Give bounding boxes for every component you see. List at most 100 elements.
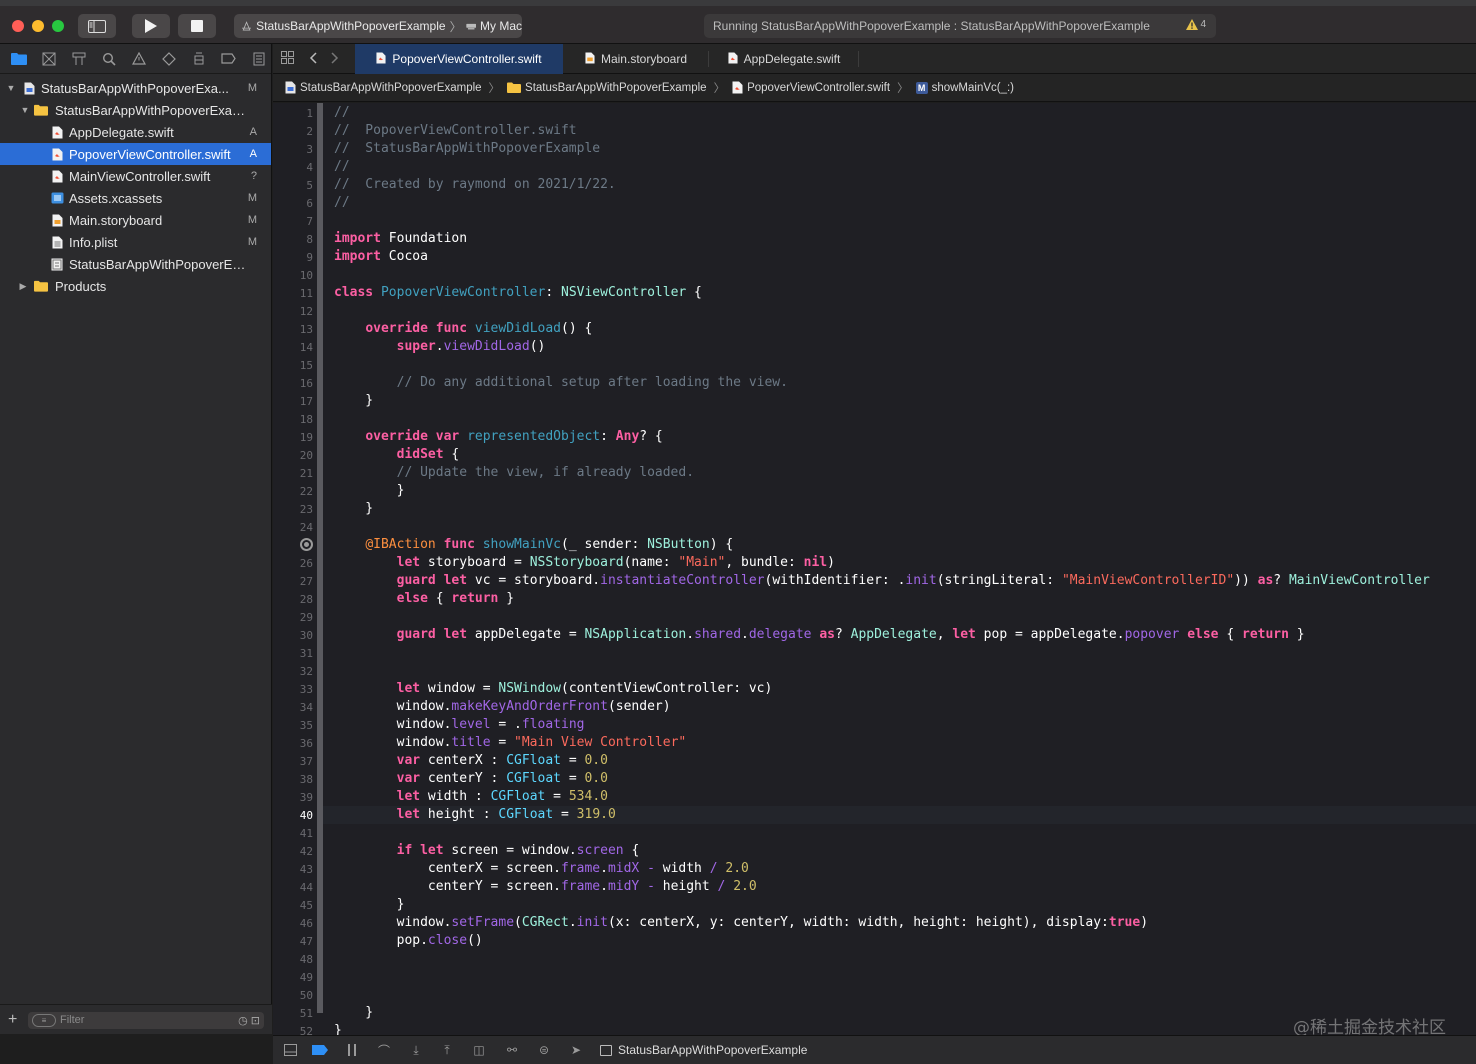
- code-line[interactable]: window.makeKeyAndOrderFront(sender): [334, 698, 671, 716]
- tree-item[interactable]: MainViewController.swift?: [0, 165, 271, 187]
- code-line[interactable]: //: [334, 158, 350, 176]
- line-number[interactable]: 13: [273, 323, 313, 336]
- code-line[interactable]: // Do any additional setup after loading…: [334, 374, 788, 392]
- recent-files-icon[interactable]: ◷ ⊡: [238, 1013, 260, 1030]
- pause-icon[interactable]: [344, 1043, 360, 1057]
- code-line[interactable]: didSet {: [334, 446, 460, 464]
- code-line[interactable]: override func viewDidLoad() {: [334, 320, 592, 338]
- line-number[interactable]: 12: [273, 305, 313, 318]
- line-number[interactable]: 9: [273, 251, 313, 264]
- source-editor[interactable]: 1 2 3 4 5 6 7 8 9 10 11 12 13 14 15 16 17 18 19 20 21 22 23 24 2…: [273, 103, 1476, 1035]
- code-line[interactable]: }: [334, 392, 373, 410]
- line-number[interactable]: 31: [273, 647, 313, 660]
- grid-icon[interactable]: [281, 51, 294, 67]
- line-number[interactable]: 28: [273, 593, 313, 606]
- line-number[interactable]: 33: [273, 683, 313, 696]
- breakpoint-icon[interactable]: [220, 50, 237, 67]
- code-line[interactable]: //: [334, 194, 350, 212]
- jump-file[interactable]: PopoverViewController.swift: [747, 82, 890, 94]
- line-number[interactable]: 17: [273, 395, 313, 408]
- line-number[interactable]: 3: [273, 143, 313, 156]
- line-number-gutter[interactable]: 1 2 3 4 5 6 7 8 9 10 11 12 13 14 15 16 17 18 19 20 21 22 23 24 2…: [273, 103, 317, 1035]
- line-number[interactable]: 4: [273, 161, 313, 174]
- code-line[interactable]: //: [334, 104, 350, 122]
- line-number[interactable]: 21: [273, 467, 313, 480]
- code-line[interactable]: var centerY : CGFloat = 0.0: [334, 770, 608, 788]
- line-number[interactable]: 6: [273, 197, 313, 210]
- line-number[interactable]: 35: [273, 719, 313, 732]
- step-over-icon[interactable]: ⌒: [376, 1043, 392, 1058]
- stop-button[interactable]: [178, 14, 216, 38]
- line-number[interactable]: 42: [273, 845, 313, 858]
- tree-item[interactable]: Assets.xcassets M: [0, 187, 271, 209]
- line-number[interactable]: 44: [273, 881, 313, 894]
- code-line[interactable]: window.level = .floating: [334, 716, 585, 734]
- line-number[interactable]: 19: [273, 431, 313, 444]
- issue-icon[interactable]: [130, 50, 147, 67]
- line-number[interactable]: 23: [273, 503, 313, 516]
- add-file-button[interactable]: +: [8, 1011, 17, 1029]
- line-number[interactable]: 14: [273, 341, 313, 354]
- tree-item[interactable]: ▶ Products: [0, 275, 271, 297]
- code-line[interactable]: // StatusBarAppWithPopoverExample: [334, 140, 600, 158]
- code-line[interactable]: // PopoverViewController.swift: [334, 122, 577, 140]
- code-line[interactable]: guard let appDelegate = NSApplication.sh…: [334, 626, 1305, 644]
- line-number[interactable]: 11: [273, 287, 313, 300]
- line-number[interactable]: 15: [273, 359, 313, 372]
- hide-debug-area-icon[interactable]: [282, 1043, 298, 1057]
- test-icon[interactable]: [160, 50, 177, 67]
- code-line[interactable]: let storyboard = NSStoryboard(name: "Mai…: [334, 554, 835, 572]
- line-number[interactable]: 29: [273, 611, 313, 624]
- tree-item[interactable]: PopoverViewController.swift A: [0, 143, 271, 165]
- line-number[interactable]: 20: [273, 449, 313, 462]
- code-line[interactable]: pop.close(): [334, 932, 483, 950]
- line-number[interactable]: 50: [273, 989, 313, 1002]
- line-number[interactable]: 10: [273, 269, 313, 282]
- close-window-button[interactable]: [12, 20, 24, 32]
- code-line[interactable]: }: [334, 482, 405, 500]
- debug-target[interactable]: StatusBarAppWithPopoverExample: [600, 1043, 807, 1057]
- code-line[interactable]: // Update the view, if already loaded.: [334, 464, 694, 482]
- line-number[interactable]: 32: [273, 665, 313, 678]
- breakpoints-toggle-icon[interactable]: [312, 1043, 328, 1057]
- code-line[interactable]: import Cocoa: [334, 248, 428, 266]
- disclosure-closed-icon[interactable]: ▶: [18, 281, 28, 292]
- code-line[interactable]: let width : CGFloat = 534.0: [334, 788, 608, 806]
- filter-input[interactable]: ≡ Filter ◷ ⊡: [28, 1012, 264, 1029]
- line-number[interactable]: 37: [273, 755, 313, 768]
- code-line[interactable]: var centerX : CGFloat = 0.0: [334, 752, 608, 770]
- minimize-window-button[interactable]: [32, 20, 44, 32]
- code-line[interactable]: window.title = "Main View Controller": [334, 734, 687, 752]
- simulate-location-icon[interactable]: ➤: [568, 1043, 584, 1057]
- code-line[interactable]: let window = NSWindow(contentViewControl…: [334, 680, 773, 698]
- code-line[interactable]: window.setFrame(CGRect.init(x: centerX, …: [334, 914, 1148, 932]
- line-number[interactable]: 46: [273, 917, 313, 930]
- source-control-icon[interactable]: [40, 50, 57, 67]
- report-icon[interactable]: [250, 50, 267, 67]
- disclosure-open-icon[interactable]: ▼: [6, 83, 16, 93]
- view-hierarchy-icon[interactable]: ◫: [471, 1043, 487, 1057]
- code-line[interactable]: @IBAction func showMainVc(_ sender: NSBu…: [334, 536, 733, 554]
- code-line[interactable]: }: [334, 1004, 373, 1022]
- line-number[interactable]: 27: [273, 575, 313, 588]
- line-number[interactable]: 41: [273, 827, 313, 840]
- tree-item[interactable]: ▼ StatusBarAppWithPopoverExam...: [0, 99, 271, 121]
- editor-tab[interactable]: AppDelegate.swift: [709, 44, 859, 74]
- debug-icon[interactable]: [190, 50, 207, 67]
- code-line[interactable]: centerY = screen.frame.midY - height / 2…: [334, 878, 757, 896]
- tree-item[interactable]: AppDelegate.swift A: [0, 121, 271, 143]
- ibaction-connection-icon[interactable]: [300, 538, 313, 551]
- line-number[interactable]: 5: [273, 179, 313, 192]
- line-number[interactable]: 48: [273, 953, 313, 966]
- step-into-icon[interactable]: ⤓: [408, 1043, 424, 1057]
- back-icon[interactable]: [309, 51, 317, 67]
- line-number[interactable]: 51: [273, 1007, 313, 1020]
- line-number[interactable]: 7: [273, 215, 313, 228]
- code-line[interactable]: override var representedObject: Any? {: [334, 428, 662, 446]
- tree-item[interactable]: StatusBarAppWithPopoverEx...: [0, 253, 271, 275]
- code-line[interactable]: }: [334, 896, 405, 914]
- line-number[interactable]: 1: [273, 107, 313, 120]
- line-number[interactable]: 34: [273, 701, 313, 714]
- code-line[interactable]: else { return }: [334, 590, 514, 608]
- editor-tab[interactable]: Main.storyboard: [563, 44, 709, 74]
